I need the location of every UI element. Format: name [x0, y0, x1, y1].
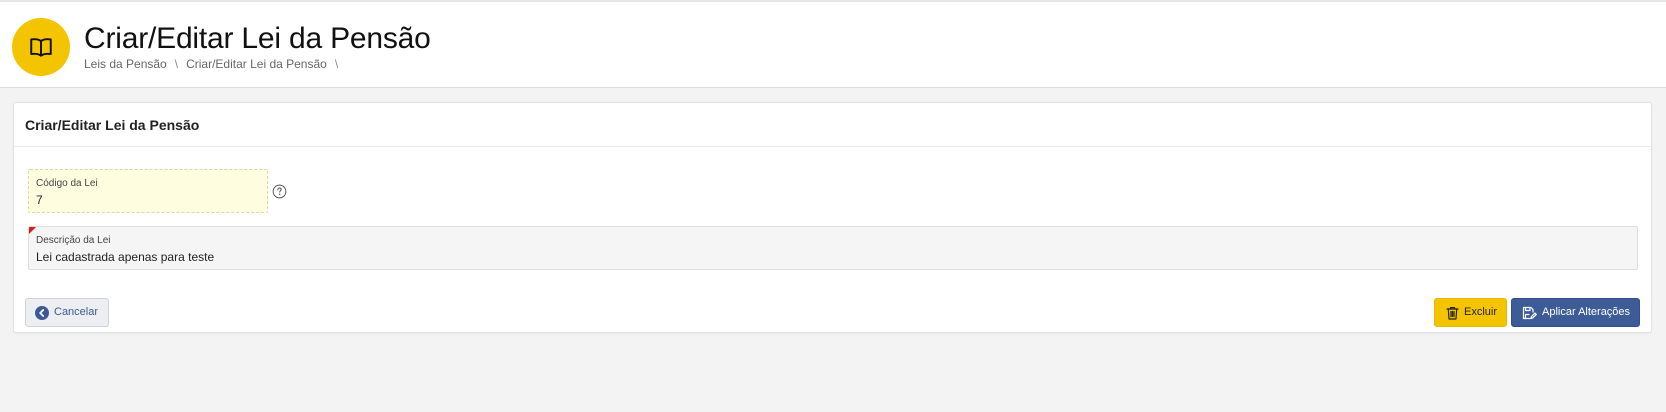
page-title: Criar/Editar Lei da Pensão — [84, 22, 431, 55]
breadcrumb: Leis da Pensão \ Criar/Editar Lei da Pensã… — [84, 57, 346, 71]
required-indicator — [29, 227, 36, 234]
chevron-left-circle-icon — [35, 305, 49, 320]
descricao-da-lei-field[interactable]: Descrição da Lei Lei cadastrada apenas p… — [28, 226, 1638, 270]
delete-button[interactable]: Excluir — [1434, 298, 1507, 327]
codigo-da-lei-field[interactable]: Código da Lei 7 — [28, 169, 268, 213]
delete-button-label: Excluir — [1464, 306, 1498, 318]
breadcrumb-item-criar-editar[interactable]: Criar/Editar Lei da Pensão — [186, 57, 327, 71]
apply-changes-button[interactable]: Aplicar Alterações — [1511, 298, 1640, 327]
codigo-da-lei-label: Código da Lei — [36, 178, 98, 189]
codigo-da-lei-value[interactable]: 7 — [36, 193, 43, 207]
descricao-da-lei-value[interactable]: Lei cadastrada apenas para teste — [36, 250, 214, 264]
breadcrumb-item-leis-da-pensao[interactable]: Leis da Pensão — [84, 57, 167, 71]
cancel-button-label: Cancelar — [54, 306, 99, 318]
cancel-button[interactable]: Cancelar — [25, 298, 109, 327]
card-header: Criar/Editar Lei da Pensão — [14, 103, 1651, 147]
book-open-icon — [12, 18, 70, 76]
trash-icon — [1446, 306, 1459, 320]
descricao-da-lei-label: Descrição da Lei — [36, 235, 111, 246]
page-header: Criar/Editar Lei da Pensão Leis da Pensã… — [0, 0, 1666, 88]
breadcrumb-separator: \ — [174, 57, 179, 71]
form-card: Criar/Editar Lei da Pensão Código da Lei… — [13, 102, 1652, 333]
breadcrumb-separator: \ — [334, 57, 339, 71]
card-title: Criar/Editar Lei da Pensão — [25, 117, 200, 133]
apply-changes-button-label: Aplicar Alterações — [1542, 306, 1631, 318]
save-edit-icon — [1522, 306, 1537, 320]
question-circle-icon[interactable] — [271, 183, 287, 199]
